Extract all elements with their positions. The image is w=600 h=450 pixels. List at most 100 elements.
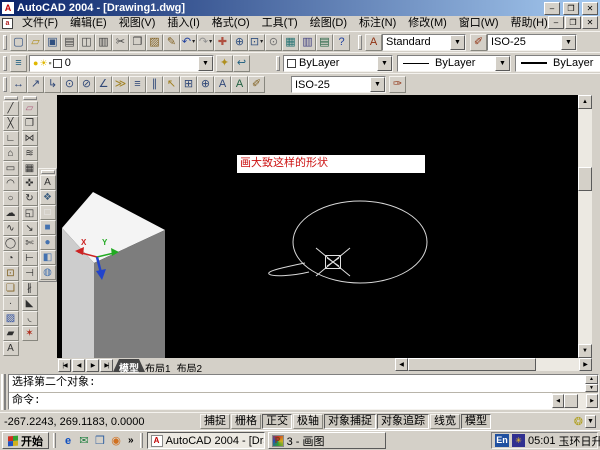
chevron-down-icon[interactable]: ▼ [370,77,385,92]
spline-button[interactable]: ∿ [3,221,19,236]
quick-dimension-button[interactable]: ≫ [112,76,129,93]
lineweight-toggle[interactable]: 线宽 [430,414,460,429]
ellipse-button[interactable]: ◯ [3,236,19,251]
tool-palettes-button[interactable]: ▥ [299,34,316,51]
make-object-layer-current-button[interactable]: ✦ [216,55,233,72]
toolbar-grip[interactable] [23,96,37,100]
dim-style-combo[interactable]: ISO-25 ▼ [487,34,577,51]
menu-dimension[interactable]: 标注(N) [353,16,402,31]
chevron-down-icon[interactable]: ▼ [198,56,213,71]
menu-draw[interactable]: 绘图(D) [304,16,353,31]
stretch-button[interactable]: ↘ [22,221,38,236]
tab-nav-next[interactable]: ▶ [86,359,99,372]
task-autocad-button[interactable]: AAutoCAD 2004 - [Dra... [147,432,265,449]
communication-center-icon[interactable]: ❂ [574,415,583,428]
model-toggle[interactable]: 模型 [461,414,491,429]
zoom-previous-button[interactable]: ⊙ [265,34,282,51]
tab-nav-last[interactable]: ▶| [100,359,113,372]
scroll-up-icon[interactable]: ▲ [578,95,592,109]
undo-button[interactable]: ↶ [180,34,197,51]
minimize-button[interactable]: – [544,2,560,15]
linetype-control-combo[interactable]: ByLayer ▼ [397,55,511,72]
rotate-button[interactable]: ↻ [22,191,38,206]
quicklaunch-ie-button[interactable]: e [60,433,76,449]
menu-tools[interactable]: 工具(T) [256,16,304,31]
scale-button[interactable]: ◱ [22,206,38,221]
lineweight-control-combo[interactable]: ByLayer ▼ [515,55,600,72]
text-style-combo[interactable]: Standard ▼ [382,34,466,51]
scroll-thumb[interactable] [564,394,578,408]
scroll-down-icon[interactable]: ▼ [578,344,592,358]
menu-edit[interactable]: 编辑(E) [64,16,113,31]
save-button[interactable]: ▣ [44,34,61,51]
tolerance-button[interactable]: ⊞ [180,76,197,93]
toolbar-grip[interactable] [358,35,362,50]
print-button[interactable]: ▤ [61,34,78,51]
layer-previous-button[interactable]: ↩ [233,55,250,72]
polygon-button[interactable]: ⌂ [3,146,19,161]
toolbar-grip[interactable] [41,170,55,174]
quicklaunch-media-player-button[interactable]: ◉ [108,433,124,449]
move-button[interactable]: ✜ [22,176,38,191]
polar-toggle[interactable]: 极轴 [293,414,323,429]
linear-dimension-button[interactable]: ↔ [10,76,27,93]
open-folder-button[interactable]: ▱ [27,34,44,51]
zoom-window-button[interactable]: ⊡ [248,34,265,51]
break-at-point-button[interactable]: ⊣ [22,266,38,281]
line-button[interactable]: ╱ [3,101,19,116]
fillet-button[interactable]: ◟ [22,311,38,326]
snap-toggle[interactable]: 捕捉 [200,414,230,429]
vertical-scroll-thumb[interactable] [578,167,592,191]
scroll-right-icon[interactable]: ▶ [586,394,598,408]
autocad-app-icon[interactable]: A [2,2,14,14]
quick-leader-button[interactable]: ↖ [163,76,180,93]
hatch-button[interactable]: ▨ [3,311,19,326]
point-button[interactable]: ∙ [3,296,19,311]
erase-button[interactable]: ▱ [22,101,38,116]
region-shapes-button[interactable]: ❖ [40,190,56,205]
diameter-dimension-button[interactable]: ⊘ [78,76,95,93]
doc-close-button[interactable]: ✕ [582,16,598,29]
scroll-up-icon[interactable]: ▲ [585,375,598,384]
print-preview-button[interactable]: ◫ [78,34,95,51]
command-input-scrollbar[interactable]: ◀ ▶ [552,393,598,409]
horizontal-scrollbar[interactable]: ◀ ▶ [395,358,592,371]
insert-block-button[interactable]: ⊡ [3,266,19,281]
make-block-button[interactable]: ❏ [3,281,19,296]
baseline-dimension-button[interactable]: ≡ [129,76,146,93]
color-control-combo[interactable]: ByLayer ▼ [283,55,393,72]
ellipse-arc-button[interactable]: ◔ [3,251,19,266]
menu-help[interactable]: 帮助(H) [505,16,554,31]
polyline-button[interactable]: ∟ [3,131,19,146]
dimension-text-edit-button[interactable]: A [231,76,248,93]
solid-box-entity[interactable] [62,192,165,358]
construction-line-button[interactable]: ╳ [3,116,19,131]
quicklaunch-show-desktop-button[interactable]: ❒ [92,433,108,449]
revision-cloud-button[interactable]: ☁ [3,206,19,221]
arc-button[interactable]: ◠ [3,176,19,191]
publish-button[interactable]: ▥ [95,34,112,51]
array-button[interactable]: ▦ [22,161,38,176]
pan-realtime-button[interactable]: ✚ [214,34,231,51]
toolbar-grip[interactable] [4,96,18,100]
chevron-down-icon[interactable]: ▼ [561,35,576,50]
command-prompt[interactable]: 命令: [9,393,552,409]
aligned-dimension-button[interactable]: ↗ [27,76,44,93]
layer-combo[interactable]: ●☀▪ 0 ▼ [29,55,214,72]
match-properties-button[interactable]: ✎ [163,34,180,51]
trim-button[interactable]: ✄ [22,236,38,251]
doc-restore-button[interactable]: ❐ [565,16,581,29]
vertical-scrollbar[interactable]: ▲ ▼ [578,95,592,358]
leader-tail[interactable] [269,263,309,276]
quicklaunch-mail-button[interactable]: ✉ [76,433,92,449]
dimension-update-button[interactable]: ✐ [248,76,265,93]
scroll-down-icon[interactable]: ▼ [585,384,598,393]
explode-button[interactable]: ✶ [22,326,38,341]
dim-style-button[interactable]: ✐ [470,34,487,51]
solid-sphere-button[interactable]: ● [40,235,56,250]
redo-button[interactable]: ↷ [197,34,214,51]
command-history-scrollbar[interactable]: ▲ ▼ [585,375,598,392]
coordinate-readout[interactable]: -267.2243, 269.1183, 0.0000 [4,416,200,428]
extend-button[interactable]: ⊢ [22,251,38,266]
menu-insert[interactable]: 插入(I) [161,16,205,31]
